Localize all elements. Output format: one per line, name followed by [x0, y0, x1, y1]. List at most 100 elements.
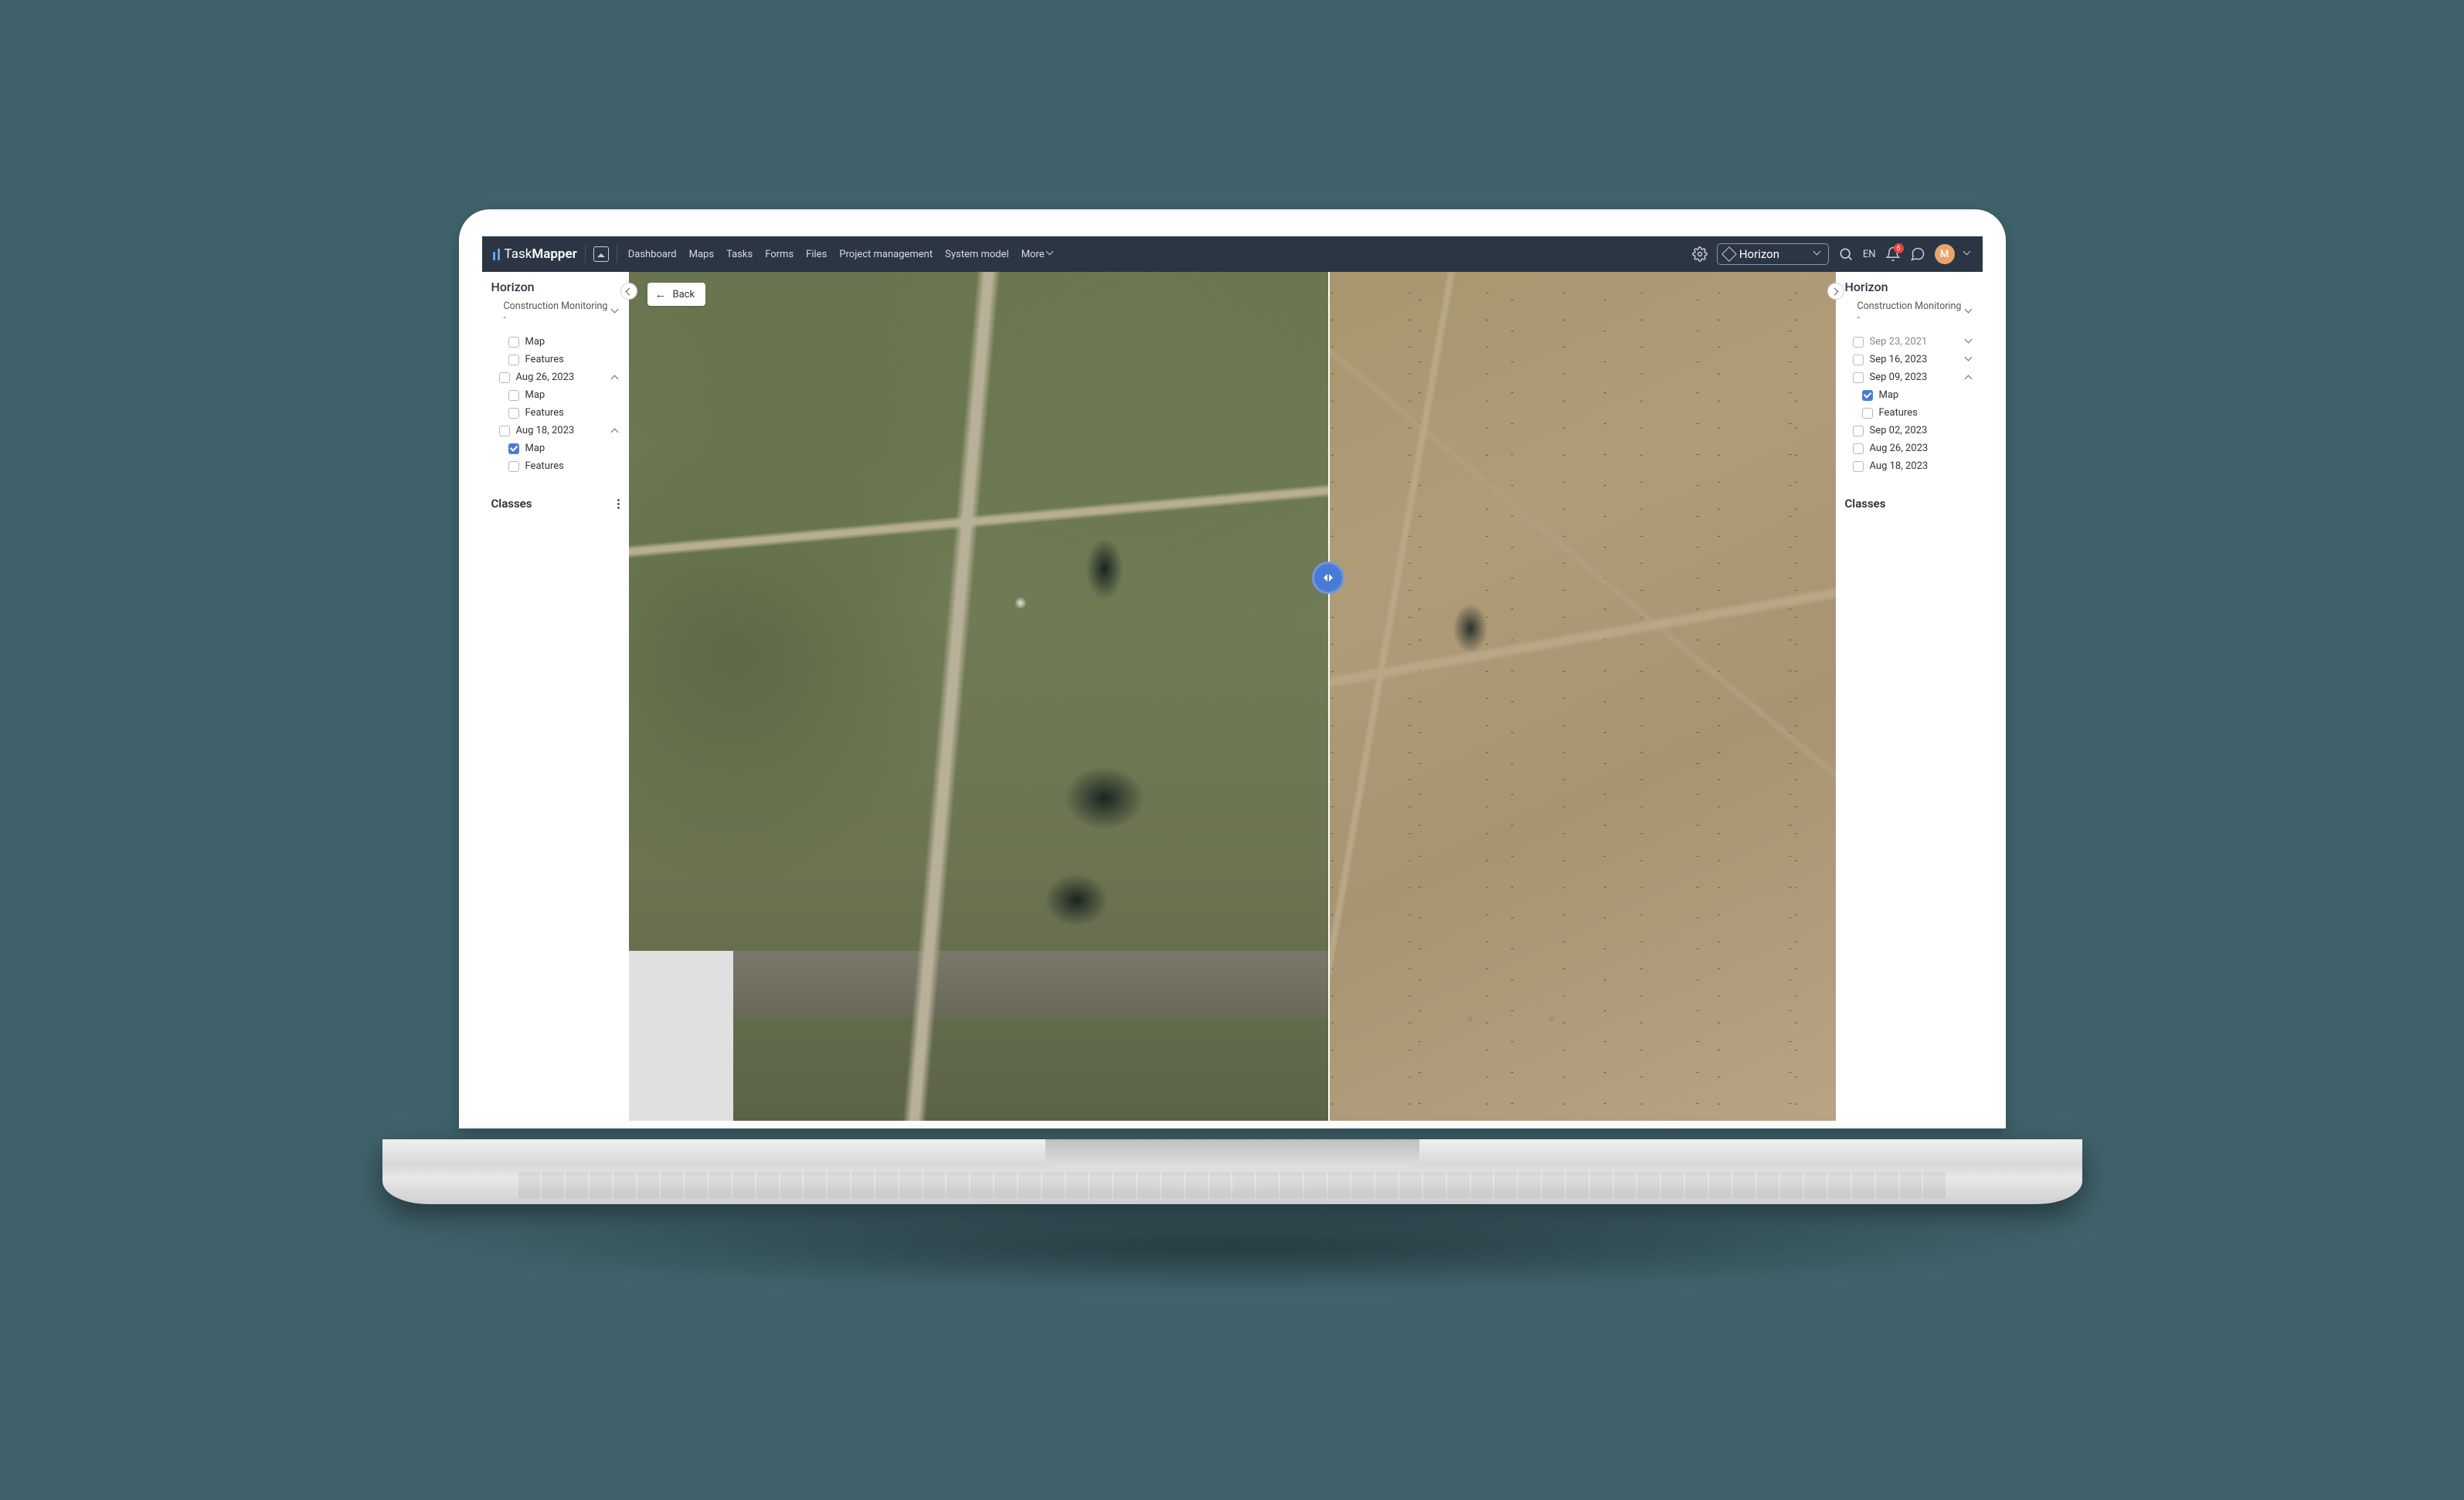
row-label: Sep 16, 2023 [1870, 354, 1928, 365]
nav-files[interactable]: Files [806, 249, 827, 260]
aerial-imagery-right [1328, 272, 1835, 1121]
gear-icon [1692, 246, 1708, 262]
checkbox[interactable] [499, 426, 510, 436]
map-right-pane[interactable] [1328, 272, 1835, 1121]
date-group[interactable]: Sep 09, 2023 [1836, 368, 1983, 386]
compare-slider-handle[interactable] [1312, 562, 1344, 594]
row-label: Aug 18, 2023 [516, 425, 575, 436]
date-group[interactable]: Aug 18, 2023 [482, 422, 629, 439]
language-toggle[interactable]: EN [1863, 249, 1876, 260]
checkbox[interactable] [1862, 390, 1873, 401]
left-sidebar-header: Horizon [482, 272, 629, 297]
right-sidebar: Horizon Construction Monitoring - Sep 23… [1836, 272, 1983, 1121]
layer-item[interactable]: Map [482, 386, 629, 404]
right-panel-title: Horizon [1845, 280, 1973, 294]
aerial-imagery-left [629, 272, 1329, 1121]
checkbox[interactable] [1853, 337, 1864, 348]
chevron-down-icon[interactable] [1966, 356, 1973, 364]
layer-item[interactable]: Features [1836, 404, 1983, 422]
chevron-up-icon[interactable] [1966, 374, 1973, 382]
nav-project-management[interactable]: Project management [839, 249, 933, 260]
chevron-up-icon[interactable] [612, 427, 620, 435]
checkbox[interactable] [1853, 426, 1864, 436]
project-selector-value: Horizon [1739, 247, 1779, 261]
left-sidebar: Horizon Construction Monitoring - MapFea… [482, 272, 629, 1121]
classes-heading: Classes [1845, 497, 1886, 511]
row-label: Features [525, 354, 564, 365]
topbar-right: Horizon EN 6 [1692, 243, 1972, 265]
checkbox[interactable] [508, 337, 519, 348]
layer-item[interactable]: Map [482, 333, 629, 351]
checkbox[interactable] [508, 390, 519, 401]
layer-item[interactable]: Features [482, 351, 629, 368]
map-compare-view[interactable]: Back [629, 272, 1836, 1121]
date-group[interactable]: Aug 18, 2023 [1836, 457, 1983, 475]
checkbox[interactable] [508, 355, 519, 365]
layer-item[interactable]: Features [482, 404, 629, 422]
topbar: TaskMapper Dashboard Maps Tasks Forms Fi… [482, 236, 1983, 272]
user-avatar[interactable]: M [1935, 244, 1955, 264]
classes-menu-button[interactable] [617, 499, 620, 509]
date-group[interactable]: Sep 16, 2023 [1836, 351, 1983, 368]
project-selector[interactable]: Horizon [1717, 243, 1829, 265]
layer-item[interactable]: Map [1836, 386, 1983, 404]
nav-tasks[interactable]: Tasks [726, 249, 753, 260]
checkbox[interactable] [508, 461, 519, 472]
row-label: Sep 23, 2021 [1870, 336, 1928, 348]
row-label: Sep 02, 2023 [1870, 425, 1928, 436]
checkbox[interactable] [508, 443, 519, 454]
row-label: Aug 18, 2023 [1870, 460, 1929, 472]
checkbox[interactable] [1862, 408, 1873, 419]
row-label: Aug 26, 2023 [516, 372, 575, 383]
collapse-right-sidebar-button[interactable] [1827, 283, 1844, 300]
row-label: Aug 26, 2023 [1870, 443, 1929, 454]
checkbox[interactable] [1853, 355, 1864, 365]
settings-button[interactable] [1692, 246, 1708, 262]
chevron-up-icon[interactable] [612, 374, 620, 382]
chevron-down-icon [612, 308, 620, 316]
checkbox[interactable] [1853, 372, 1864, 383]
layer-item[interactable]: Features [482, 457, 629, 475]
layer-item[interactable]: Map [482, 439, 629, 457]
checkbox[interactable] [508, 408, 519, 419]
date-group[interactable]: Aug 26, 2023 [482, 368, 629, 386]
divider [585, 246, 586, 263]
search-button[interactable] [1838, 246, 1854, 262]
nav-system-model[interactable]: System model [945, 249, 1009, 260]
notifications-button[interactable]: 6 [1885, 246, 1901, 262]
checkbox[interactable] [1853, 443, 1864, 454]
row-label: Features [1879, 407, 1918, 419]
left-panel-title: Horizon [491, 280, 620, 294]
map-left-pane[interactable] [629, 272, 1329, 1121]
right-layer-tree: Sep 23, 2021 Sep 16, 2023 Sep 09, 2023 Map F… [1836, 330, 1983, 478]
main-nav: Dashboard Maps Tasks Forms Files Project… [628, 249, 1055, 260]
laptop-frame: TaskMapper Dashboard Maps Tasks Forms Fi… [382, 209, 2082, 1291]
collapse-left-sidebar-button[interactable] [620, 283, 637, 300]
date-group[interactable]: Sep 02, 2023 [1836, 422, 1983, 439]
chevron-down-icon[interactable] [1964, 250, 1972, 258]
nav-forms[interactable]: Forms [765, 249, 794, 260]
date-group[interactable]: Sep 23, 2021 [1836, 333, 1983, 351]
right-sidebar-header: Horizon [1836, 272, 1983, 297]
search-icon [1838, 246, 1854, 262]
logo-icon [493, 249, 500, 260]
app-logo[interactable]: TaskMapper [493, 246, 577, 262]
checkbox[interactable] [1853, 461, 1864, 472]
nav-dashboard[interactable]: Dashboard [628, 249, 677, 260]
chevron-down-icon[interactable] [1966, 338, 1973, 346]
row-label: Map [1879, 389, 1899, 401]
laptop-screen: TaskMapper Dashboard Maps Tasks Forms Fi… [459, 209, 2006, 1128]
back-button[interactable]: Back [647, 283, 706, 306]
nav-maps[interactable]: Maps [689, 249, 714, 260]
nav-more[interactable]: More [1021, 249, 1055, 260]
date-group[interactable]: Aug 26, 2023 [1836, 439, 1983, 457]
left-panel-subtitle[interactable]: Construction Monitoring - [482, 297, 629, 330]
checkbox[interactable] [499, 372, 510, 383]
row-label: Features [525, 407, 564, 419]
left-layer-tree: MapFeaturesAug 26, 2023MapFeaturesAug 18… [482, 330, 629, 478]
laptop-shadow [416, 1204, 2048, 1291]
home-button[interactable] [593, 246, 609, 262]
left-classes-section: Classes [482, 486, 629, 521]
right-panel-subtitle[interactable]: Construction Monitoring - [1836, 297, 1983, 330]
chat-button[interactable] [1910, 246, 1925, 262]
